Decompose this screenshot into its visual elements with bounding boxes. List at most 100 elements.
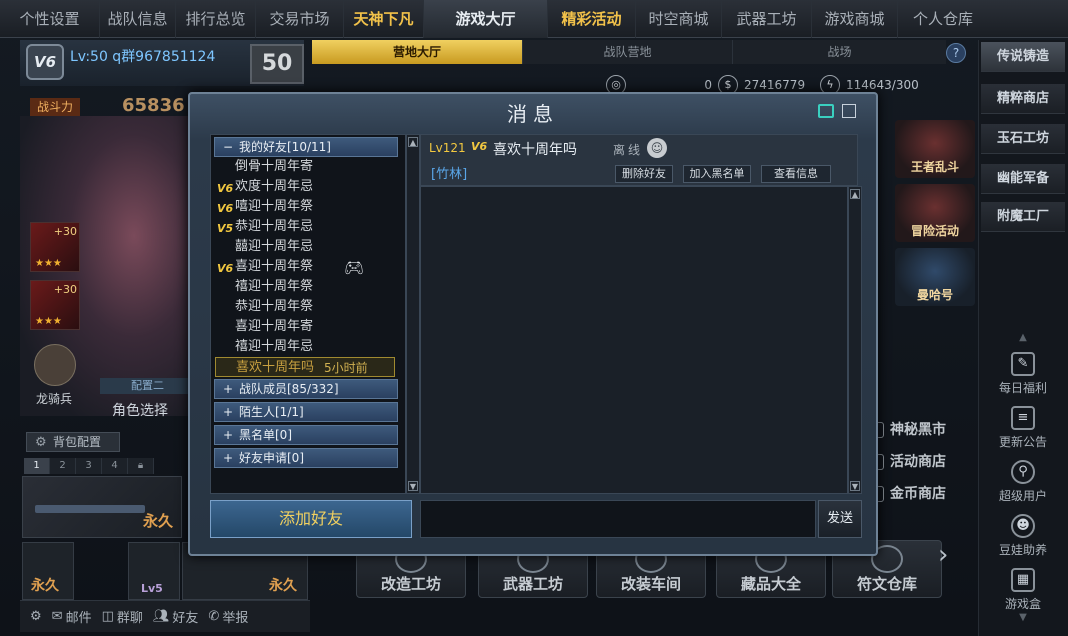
collapse-icon: − [223, 140, 234, 154]
delete-friend-button[interactable]: 删除好友 [615, 165, 673, 183]
gold-shop-link[interactable]: 金币商店 [866, 482, 976, 506]
settings-gear-icon[interactable]: ⚙ [30, 609, 42, 624]
user-search-icon: ⚲ [1011, 460, 1035, 484]
event-shop-link[interactable]: 活动商店 [866, 450, 976, 474]
vip-icon: V6 [217, 262, 234, 275]
dragon-rider-icon[interactable] [34, 344, 76, 386]
friend-item[interactable]: V6 喜迎十周年祭 [215, 257, 395, 277]
group-strangers[interactable]: + 陌生人[1/1] [214, 402, 398, 422]
tab-team-camp[interactable]: 战队营地 [522, 40, 732, 64]
nav-weapon-workshop[interactable]: 武器工坊 [722, 0, 812, 38]
loadout-tab-1[interactable]: 1 [24, 458, 50, 474]
melee-slot[interactable]: 永久 [22, 542, 74, 600]
nav-events[interactable]: 精彩活动 [548, 0, 636, 38]
send-button[interactable]: 发送 [818, 500, 862, 538]
friend-item[interactable]: 喜迎十周年寄 [215, 317, 395, 337]
scroll-down-icon[interactable]: ▼ [850, 481, 860, 491]
friend-item[interactable]: 恭迎十周年祭 [215, 297, 395, 317]
group-chat-button[interactable]: ◫ 群聊 [102, 607, 143, 626]
chevron-right-icon[interactable]: › [938, 540, 948, 570]
promo-adventure[interactable]: 冒险活动 [895, 184, 975, 242]
friend-list-scrollbar[interactable]: ▲ ▼ [406, 134, 420, 494]
role-select-button[interactable]: 角色选择 [112, 400, 168, 420]
expand-icon: + [223, 382, 234, 396]
nav-trade-market[interactable]: 交易市场 [256, 0, 344, 38]
bottom-bar: ⚙ ✉ 邮件 ◫ 群聊 👥︎ 好友 ✆ 举报 [20, 600, 310, 632]
tab-camp-hall[interactable]: 营地大厅 [312, 40, 522, 64]
tab-battlefield[interactable]: 战场 [732, 40, 946, 64]
mail-button[interactable]: ✉ 邮件 [52, 607, 92, 626]
friend-item[interactable]: V6 欢度十周年忌 [215, 177, 395, 197]
expand-icon: + [223, 405, 234, 419]
clipboard-icon: ✎ [1011, 352, 1035, 376]
daily-welfare-button[interactable]: ✎ 每日福利 [979, 352, 1067, 396]
tab-jade-workshop[interactable]: 玉石工坊 [981, 124, 1065, 154]
announcement-button[interactable]: ≡ 更新公告 [979, 406, 1067, 450]
nav-team-info[interactable]: 战队信息 [100, 0, 176, 38]
loadout-tabs: 1 2 3 4 🔒︎ [24, 458, 154, 474]
chevron-up-icon[interactable]: ▲ [979, 332, 1067, 343]
nav-game-mall[interactable]: 游戏商城 [812, 0, 898, 38]
minimize-icon[interactable] [842, 104, 856, 118]
doudou-button[interactable]: ☻ 豆娃助养 [979, 514, 1067, 558]
right-sidebar: 传说铸造 精粹商店 玉石工坊 幽能军备 附魔工厂 ▲ ✎ 每日福利 ≡ 更新公告 ⚲… [978, 40, 1068, 636]
nav-game-lobby[interactable]: 游戏大厅 [424, 0, 548, 38]
view-info-button[interactable]: 查看信息 [761, 165, 831, 183]
dialog-title: 消息 [507, 102, 559, 126]
friend-item[interactable]: 囍迎十周年忌 [215, 237, 395, 257]
primary-weapon-slot[interactable]: 永久 [22, 476, 182, 538]
tab-phantom-arms[interactable]: 幽能军备 [981, 164, 1065, 194]
group-team-members[interactable]: + 战队成员[85/332] [214, 379, 398, 399]
chevron-down-icon[interactable]: ▼ [979, 612, 1067, 623]
promo-manha[interactable]: 曼哈号 [895, 248, 975, 306]
blacklist-button[interactable]: 加入黑名单 [683, 165, 751, 183]
game-box-button[interactable]: ▦ 游戏盒 [979, 568, 1067, 612]
scroll-up-icon[interactable]: ▲ [850, 189, 860, 199]
config-label[interactable]: 配置二 [100, 378, 195, 394]
tab-enchant-factory[interactable]: 附魔工厂 [981, 202, 1065, 232]
friend-item[interactable]: V5 恭迎十周年忌 [215, 217, 395, 237]
permanent-label: 永久 [142, 512, 173, 530]
game-lobby: 个性设置 战队信息 排行总览 交易市场 天神下凡 游戏大厅 精彩活动 时空商城 … [0, 0, 1068, 636]
help-icon[interactable]: ? [946, 43, 966, 63]
expand-icon: + [223, 451, 234, 465]
item-slot[interactable]: Lv5 [128, 542, 180, 600]
power-label: 战斗力 [30, 98, 80, 116]
friends-button[interactable]: 👥︎ 好友 [153, 607, 199, 626]
friend-item[interactable]: V6 嘻迎十周年祭 [215, 197, 395, 217]
equip-slot-1[interactable]: +30 ★★★ [30, 222, 80, 272]
gamepad-icon: 🎮︎ [344, 258, 365, 277]
super-user-button[interactable]: ⚲ 超级用户 [979, 460, 1067, 504]
mystery-market-link[interactable]: 神秘黑市 [866, 418, 976, 442]
slot-plus: +30 [53, 283, 77, 296]
vip-icon: V6 [217, 182, 234, 195]
friend-item[interactable]: 禧迎十周年忌 [215, 337, 395, 357]
nav-personal-settings[interactable]: 个性设置 [0, 0, 100, 38]
bag-config-button[interactable]: ⚙ 背包配置 [26, 432, 120, 452]
loadout-tab-3[interactable]: 3 [76, 458, 102, 474]
add-friend-button[interactable]: 添加好友 [210, 500, 412, 538]
friend-item-selected[interactable]: 喜欢十周年吗 5小时前 [215, 357, 395, 377]
loadout-tab-4[interactable]: 4 [102, 458, 128, 474]
scroll-down-icon[interactable]: ▼ [408, 481, 418, 491]
group-blacklist[interactable]: + 黑名单[0] [214, 425, 398, 445]
tab-essence-shop[interactable]: 精粹商店 [981, 84, 1065, 114]
friend-item[interactable]: 禧迎十周年祭 [215, 277, 395, 297]
group-my-friends[interactable]: − 我的好友[10/11] [214, 137, 398, 157]
group-friend-requests[interactable]: + 好友申请[0] [214, 448, 398, 468]
friend-item[interactable]: 倒骨十周年寄 [215, 157, 395, 177]
scroll-up-icon[interactable]: ▲ [408, 137, 418, 147]
tab-legend-forge[interactable]: 传说铸造 [981, 42, 1065, 72]
chat-scrollbar[interactable]: ▲ ▼ [848, 186, 862, 494]
equip-slot-2[interactable]: +30 ★★★ [30, 280, 80, 330]
report-button[interactable]: ✆ 举报 [208, 607, 248, 626]
chat-settings-icon[interactable] [818, 104, 834, 118]
nav-personal-storage[interactable]: 个人仓库 [898, 0, 988, 38]
promo-king-brawl[interactable]: 王者乱斗 [895, 120, 975, 178]
nav-god-descent[interactable]: 天神下凡 [344, 0, 424, 38]
nav-time-mall[interactable]: 时空商城 [636, 0, 722, 38]
message-input[interactable] [420, 500, 816, 538]
loadout-tab-2[interactable]: 2 [50, 458, 76, 474]
energy-value: 114643/300 [846, 78, 919, 92]
nav-rankings[interactable]: 排行总览 [176, 0, 256, 38]
